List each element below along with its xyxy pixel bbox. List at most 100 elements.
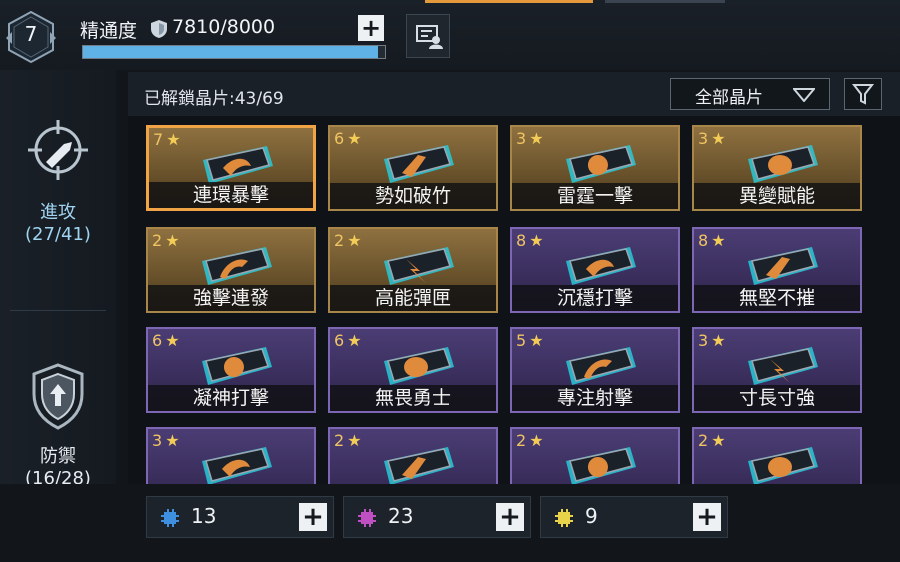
chip-card[interactable]: 2 ★ 高能彈匣	[328, 227, 498, 313]
chip-star-level: 2 ★	[334, 431, 362, 450]
chip-star-level: 2 ★	[698, 431, 726, 450]
chip-star-count: 2	[152, 231, 163, 250]
briefing-icon	[416, 25, 443, 49]
chip-star-level: 5 ★	[516, 331, 544, 350]
chip-card[interactable]: 6 ★ 無畏勇士	[328, 327, 498, 413]
star-icon: ★	[529, 431, 544, 450]
chip-icon	[748, 447, 818, 484]
chip-card[interactable]: 8 ★ 沉穩打擊	[510, 227, 680, 313]
resource-count: 23	[388, 504, 414, 528]
briefing-button[interactable]	[406, 14, 450, 58]
resource-counter: 23 +	[343, 496, 531, 538]
star-icon: ★	[166, 130, 181, 149]
chip-card[interactable]: 3 ★	[146, 427, 316, 484]
chip-icon	[384, 347, 454, 385]
chip-star-count: 8	[516, 231, 527, 250]
mastery-progress-fill	[83, 46, 378, 58]
chip-star-count: 3	[698, 331, 709, 350]
chip-filter-label: 全部晶片	[695, 88, 763, 108]
chevron-down-icon	[793, 88, 815, 102]
chip-name: 勢如破竹	[330, 183, 496, 209]
chip-name: 無畏勇士	[330, 385, 496, 411]
chip-star-count: 8	[698, 231, 709, 250]
chip-card[interactable]: 6 ★ 凝神打擊	[146, 327, 316, 413]
active-tab-indicator	[425, 0, 593, 3]
chip-purple-icon	[358, 509, 376, 527]
chip-star-count: 2	[516, 431, 527, 450]
level-number: 7	[24, 22, 38, 46]
category-attack-label: 進攻	[40, 202, 76, 223]
category-attack[interactable]: 進攻 (27/41)	[0, 118, 116, 308]
chip-star-count: 6	[152, 331, 163, 350]
star-icon: ★	[711, 331, 726, 350]
chip-card[interactable]: 6 ★ 勢如破竹	[328, 125, 498, 211]
chip-star-count: 2	[698, 431, 709, 450]
star-icon: ★	[165, 231, 180, 250]
chip-star-level: 7 ★	[153, 130, 181, 149]
chip-star-level: 3 ★	[152, 431, 180, 450]
chip-name: 專注射擊	[512, 385, 678, 411]
add-resource-button[interactable]: +	[496, 503, 524, 531]
chip-star-level: 2 ★	[334, 231, 362, 250]
chip-card[interactable]: 3 ★ 雷霆一擊	[510, 125, 680, 211]
chip-icon	[202, 447, 272, 484]
chip-star-level: 6 ★	[334, 331, 362, 350]
star-icon: ★	[529, 129, 544, 148]
chip-icon	[566, 347, 636, 385]
chip-star-level: 3 ★	[698, 129, 726, 148]
chip-star-level: 6 ★	[152, 331, 180, 350]
level-badge: 7	[6, 10, 56, 64]
chip-icon	[566, 247, 636, 285]
resource-counter: 13 +	[146, 496, 334, 538]
chip-gold-icon	[555, 509, 573, 527]
chip-card[interactable]: 5 ★ 專注射擊	[510, 327, 680, 413]
star-icon: ★	[347, 331, 362, 350]
chip-star-level: 8 ★	[516, 231, 544, 250]
chip-star-level: 2 ★	[152, 231, 180, 250]
chip-star-level: 8 ★	[698, 231, 726, 250]
chip-name: 連環暴擊	[149, 182, 313, 208]
chip-icon	[384, 247, 454, 285]
resource-count: 9	[585, 504, 598, 528]
chip-name: 異變賦能	[694, 183, 860, 209]
funnel-icon	[851, 84, 875, 105]
category-defense-label: 防禦	[40, 446, 76, 467]
add-resource-button[interactable]: +	[693, 503, 721, 531]
chip-star-count: 6	[334, 331, 345, 350]
chip-card[interactable]: 2 ★	[328, 427, 498, 484]
chip-icon	[202, 247, 272, 285]
chip-card[interactable]: 2 ★	[510, 427, 680, 484]
chip-toolbar: 已解鎖晶片:43/69 全部晶片	[128, 72, 900, 116]
chip-card[interactable]: 3 ★ 異變賦能	[692, 125, 862, 211]
chip-card[interactable]: 2 ★	[692, 427, 862, 484]
chip-name: 無堅不摧	[694, 285, 860, 311]
chip-star-count: 3	[698, 129, 709, 148]
resource-count: 13	[191, 504, 217, 528]
star-icon: ★	[347, 129, 362, 148]
star-icon: ★	[165, 331, 180, 350]
chip-card[interactable]: 8 ★ 無堅不摧	[692, 227, 862, 313]
chip-card[interactable]: 3 ★ 寸長寸強	[692, 327, 862, 413]
star-icon: ★	[711, 231, 726, 250]
add-mastery-button[interactable]: +	[358, 15, 384, 41]
chip-name: 凝神打擊	[148, 385, 314, 411]
chip-icon	[748, 347, 818, 385]
chip-card[interactable]: 7 ★ 連環暴擊	[146, 125, 316, 211]
chip-icon	[748, 247, 818, 285]
chip-icon	[566, 145, 636, 183]
mastery-progress-bar	[82, 45, 386, 59]
chip-star-count: 2	[334, 231, 345, 250]
chip-grid: 7 ★ 連環暴擊 6 ★ 勢如破竹 3 ★ 雷霆一擊 3 ★ 異變賦能 2 ★ 強擊連發 2 ★ 高能彈匣 8 ★ 沉穩…	[128, 116, 900, 484]
chip-icon	[384, 447, 454, 484]
chip-icon	[748, 145, 818, 183]
chip-star-count: 3	[152, 431, 163, 450]
chip-card[interactable]: 2 ★ 強擊連發	[146, 227, 316, 313]
chip-filter-dropdown[interactable]: 全部晶片	[670, 78, 830, 110]
chip-name: 高能彈匣	[330, 285, 496, 311]
shield-icon	[151, 20, 167, 38]
chip-star-count: 7	[153, 130, 164, 149]
chip-name: 沉穩打擊	[512, 285, 678, 311]
chip-icon	[202, 347, 272, 385]
add-resource-button[interactable]: +	[299, 503, 327, 531]
filter-button[interactable]	[844, 78, 882, 110]
